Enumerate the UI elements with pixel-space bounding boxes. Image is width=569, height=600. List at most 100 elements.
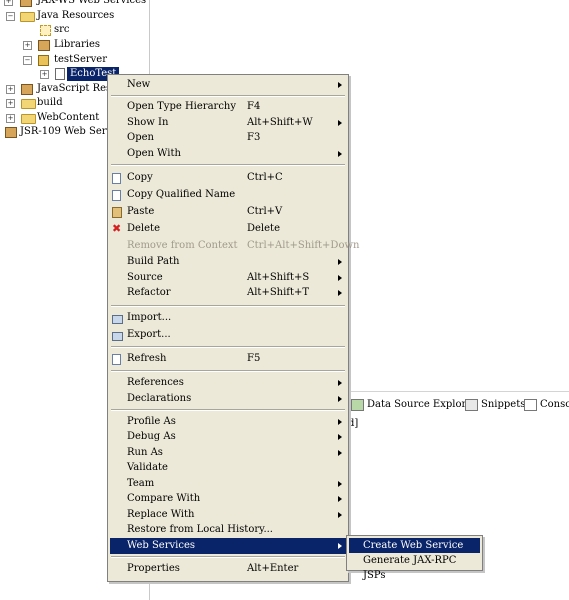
menu-item-refresh[interactable]: Refresh F5	[110, 351, 346, 367]
menu-item-label: Debug As	[127, 431, 176, 442]
menu-item-debug-as[interactable]: Debug As	[110, 429, 346, 445]
menu-separator	[111, 346, 345, 348]
menu-item-open-type-hierarchy[interactable]: Open Type Hierarchy F4	[110, 99, 346, 115]
menu-item-label: Open With	[127, 148, 181, 159]
menu-item-copy[interactable]: Copy Ctrl+C	[110, 170, 346, 186]
menu-item-compare-with[interactable]: Compare With	[110, 491, 346, 507]
tree-item-jax-ws-web-services[interactable]: + JAX-WS Web Services	[0, 0, 150, 8]
expand-toggle[interactable]: +	[6, 114, 15, 123]
submenu-arrow-icon	[338, 396, 342, 402]
menu-item-replace-with[interactable]: Replace With	[110, 507, 346, 523]
menu-item-refactor[interactable]: Refactor Alt+Shift+T	[110, 285, 346, 301]
menu-item-copy-qualified-name[interactable]: Copy Qualified Name	[110, 187, 346, 203]
javascript-resources-icon	[21, 84, 33, 95]
menu-item-shortcut: F5	[247, 353, 261, 364]
data-source-icon	[351, 398, 364, 411]
menu-item-paste[interactable]: Paste Ctrl+V	[110, 204, 346, 220]
menu-item-run-as[interactable]: Run As	[110, 445, 346, 461]
tree-item-label: Libraries	[54, 39, 101, 50]
copy-icon	[112, 173, 121, 184]
menu-item-web-services[interactable]: Web Services	[110, 538, 346, 554]
web-services-icon	[20, 0, 32, 7]
menu-item-label: Compare With	[127, 493, 201, 504]
menu-separator	[111, 370, 345, 372]
menu-item-references[interactable]: References	[110, 375, 346, 391]
menu-item-properties[interactable]: Properties Alt+Enter	[110, 561, 346, 577]
menu-item-label: Profile As	[127, 416, 176, 427]
console-icon	[524, 398, 537, 411]
java-file-icon	[55, 68, 65, 80]
menu-item-restore-from-local-history[interactable]: Restore from Local History...	[110, 522, 346, 538]
menu-item-create-web-service[interactable]: Create Web Service	[349, 538, 480, 553]
submenu-arrow-icon	[338, 512, 342, 518]
menu-item-label: Validate	[127, 462, 168, 473]
menu-item-new[interactable]: New	[110, 77, 346, 93]
menu-item-label: Source	[127, 272, 163, 283]
expand-toggle[interactable]: +	[40, 70, 49, 79]
menu-item-delete[interactable]: ✖ Delete Delete	[110, 221, 346, 237]
menu-item-profile-as[interactable]: Profile As	[110, 414, 346, 430]
folder-icon	[21, 114, 36, 124]
menu-item-validate[interactable]: Validate	[110, 460, 346, 476]
submenu-arrow-icon	[338, 450, 342, 456]
menu-item-import[interactable]: Import...	[110, 310, 346, 326]
menu-item-export[interactable]: Export...	[110, 327, 346, 343]
menu-separator	[111, 164, 345, 166]
menu-item-shortcut: Alt+Shift+S	[247, 272, 310, 283]
menu-item-label: Create Web Service	[363, 540, 464, 551]
menu-item-label: Restore from Local History...	[127, 524, 273, 535]
expand-toggle[interactable]: +	[6, 85, 15, 94]
menu-item-shortcut: Alt+Shift+W	[247, 117, 313, 128]
collapse-toggle[interactable]: −	[23, 56, 32, 65]
tree-item-libraries[interactable]: + Libraries	[0, 38, 150, 52]
tab-snippets[interactable]: Snippets	[465, 397, 525, 413]
menu-item-team[interactable]: Team	[110, 476, 346, 492]
tab-label: Console	[540, 399, 569, 410]
refresh-icon	[112, 354, 121, 365]
expand-toggle[interactable]: +	[23, 41, 32, 50]
submenu-arrow-icon	[338, 481, 342, 487]
tree-item-src[interactable]: src	[0, 23, 150, 37]
tab-label: Snippets	[481, 399, 526, 410]
menu-item-label: Export...	[127, 329, 171, 340]
menu-item-open[interactable]: Open F3	[110, 130, 346, 146]
menu-item-shortcut: Ctrl+C	[247, 172, 283, 183]
snippets-icon	[465, 398, 478, 411]
menu-item-shortcut: Delete	[247, 223, 280, 234]
view-content-fragment: d]	[348, 418, 359, 429]
view-tab-bar: Data Source Explorer Snippets Console	[348, 397, 569, 413]
menu-item-label: Import...	[127, 312, 172, 323]
menu-item-label: References	[127, 377, 184, 388]
tree-item-testserver[interactable]: − testServer	[0, 53, 150, 67]
menu-item-declarations[interactable]: Declarations	[110, 391, 346, 407]
menu-separator	[111, 305, 345, 307]
menu-item-label: Paste	[127, 206, 155, 217]
submenu-arrow-icon	[338, 120, 342, 126]
menu-item-build-path[interactable]: Build Path	[110, 254, 346, 270]
expand-toggle[interactable]: +	[4, 0, 13, 6]
panel-top-border	[348, 391, 569, 392]
menu-separator	[111, 409, 345, 411]
menu-item-label: Refresh	[127, 353, 167, 364]
tree-item-label: Java Resources	[37, 10, 115, 21]
paste-icon	[112, 207, 122, 218]
menu-item-label: Delete	[127, 223, 160, 234]
tree-item-label: build	[37, 97, 63, 108]
menu-item-show-in[interactable]: Show In Alt+Shift+W	[110, 115, 346, 131]
tree-item-java-resources[interactable]: − Java Resources	[0, 9, 150, 23]
tab-console[interactable]: Console	[524, 397, 569, 413]
menu-item-label: Build Path	[127, 256, 180, 267]
expand-toggle[interactable]: +	[6, 99, 15, 108]
copy-qualified-name-icon	[112, 190, 121, 201]
menu-item-shortcut: Ctrl+Alt+Shift+Down	[247, 240, 360, 251]
tab-data-source-explorer[interactable]: Data Source Explorer	[351, 397, 477, 413]
submenu-arrow-icon	[338, 259, 342, 265]
folder-icon	[21, 99, 36, 109]
tree-item-label: testServer	[54, 54, 107, 65]
menu-item-generate-jax-rpc-jsps[interactable]: Generate JAX-RPC JSPs	[349, 553, 480, 581]
menu-item-open-with[interactable]: Open With	[110, 146, 346, 162]
submenu-arrow-icon	[338, 151, 342, 157]
menu-item-source[interactable]: Source Alt+Shift+S	[110, 270, 346, 286]
collapse-toggle[interactable]: −	[6, 12, 15, 21]
context-menu: New Open Type Hierarchy F4 Show In Alt+S…	[107, 74, 359, 582]
